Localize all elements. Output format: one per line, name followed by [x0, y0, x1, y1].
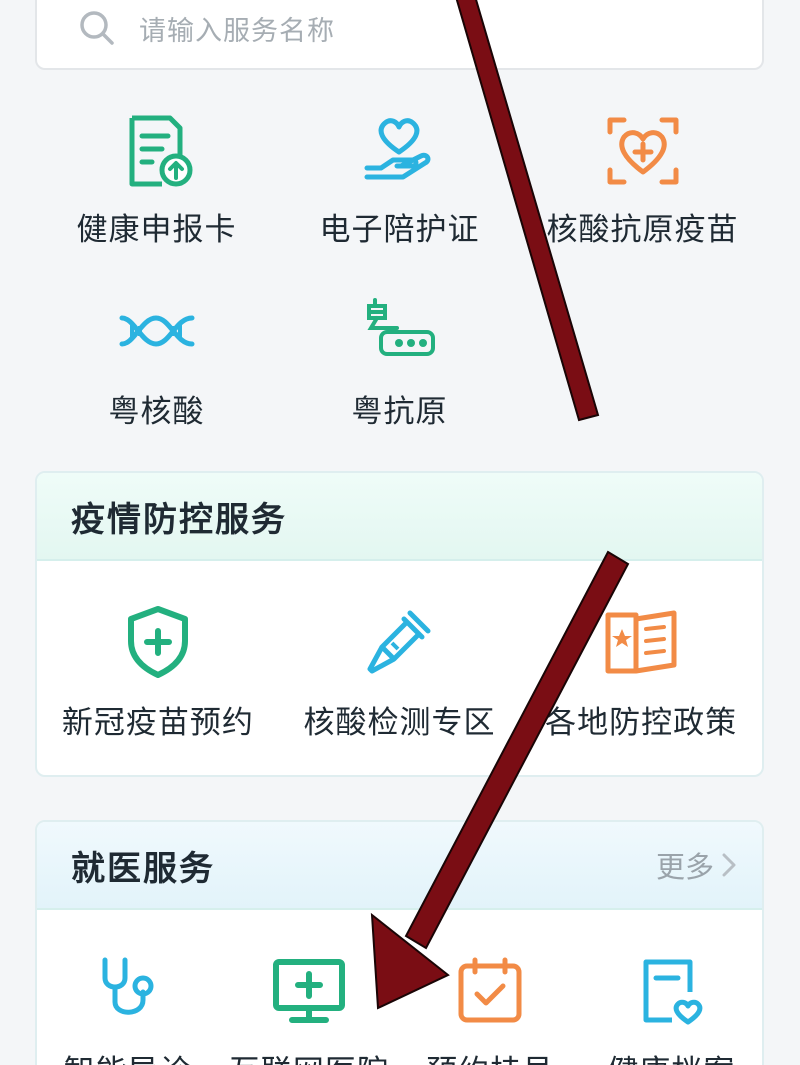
annotation-arrow-bottom	[370, 550, 630, 1010]
annotation-arrows	[370, 0, 630, 1010]
annotation-arrow-top	[455, 0, 600, 422]
